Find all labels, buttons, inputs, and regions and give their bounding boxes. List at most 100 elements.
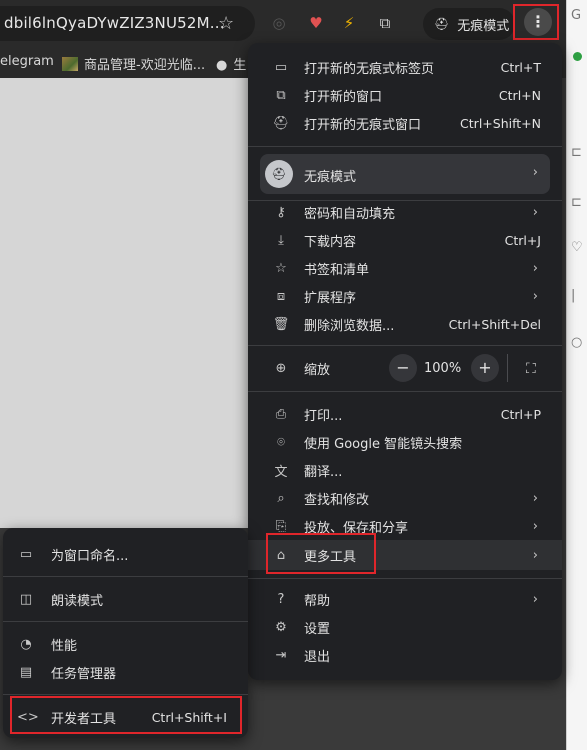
side-panel-strip: G ⊏ ⊏ ♡ | ○ <box>566 0 587 750</box>
bookmark-item[interactable]: elegram <box>0 54 54 69</box>
side-glyph: ♡ <box>571 240 583 255</box>
menu-item-new-incognito-tab[interactable]: ▭ 打开新的无痕式标签页 Ctrl+T <box>248 53 562 81</box>
menu-item-label: 翻译... <box>304 464 343 480</box>
menu-item-shortcut: Ctrl+T <box>500 59 541 75</box>
menu-item-label: 朗读模式 <box>51 593 104 609</box>
fullscreen-icon[interactable]: ⛶ <box>526 361 536 377</box>
menu-item-shortcut: Ctrl+Shift+Del <box>448 316 541 332</box>
menu-item-passwords[interactable]: ⚷ 密码和自动填充 › <box>248 198 562 226</box>
profile-incognito-row[interactable]: ⛑ 无痕模式 › <box>260 154 550 194</box>
side-glyph: G <box>571 8 582 23</box>
menu-item-clear-browsing-data[interactable]: 🗑 删除浏览数据... Ctrl+Shift+Del <box>248 310 562 338</box>
menu-item-shortcut: Ctrl+P <box>500 406 541 422</box>
menu-item-downloads[interactable]: ⤓ 下载内容 Ctrl+J <box>248 226 562 254</box>
submenu-item-name-window[interactable]: ▭ 为窗口命名... <box>3 540 248 568</box>
developer-tools-highlight-box <box>10 696 242 734</box>
more-options-icon[interactable]: ⋮ <box>524 8 552 36</box>
bookmark-favicon <box>62 57 78 71</box>
translate-icon: 文 <box>274 464 288 480</box>
key-icon: ⚷ <box>276 204 286 220</box>
menu-item-label: 打开新的无痕式标签页 <box>304 61 435 77</box>
chevron-right-icon: › <box>532 518 538 534</box>
print-icon: ⎙ <box>275 406 287 422</box>
menu-item-label: 打开新的窗口 <box>304 89 383 105</box>
bookmark-label: 生 <box>233 58 247 73</box>
profile-label: 无痕模式 <box>304 170 357 185</box>
incognito-icon: ⛑ <box>265 160 293 188</box>
browser-toolbar: dbil6lnQyaDYwZIZ3NU52M... ☆ ◎ ♥ ⚡ ⧉ ⛑ 无痕… <box>0 0 587 48</box>
star-icon: ☆ <box>275 260 287 276</box>
trash-icon: 🗑 <box>272 316 290 332</box>
submenu-item-reading-mode[interactable]: ◫ 朗读模式 <box>3 585 248 613</box>
menu-item-label: 设置 <box>304 621 331 637</box>
menu-item-google-lens[interactable]: ⌾ 使用 Google 智能镜头搜索 <box>248 428 562 456</box>
cast-icon: ⎘ <box>275 518 287 534</box>
zoom-divider <box>507 354 508 382</box>
side-glyph: | <box>571 288 576 303</box>
submenu-item-performance[interactable]: ◔ 性能 <box>3 630 248 658</box>
bookmark-item[interactable]: 商品管理-欢迎光临... <box>62 54 205 73</box>
task-manager-icon: ▤ <box>19 664 33 680</box>
download-icon: ⤓ <box>278 232 284 248</box>
incognito-icon: ⛑ <box>434 17 450 31</box>
lens-icon: ⌾ <box>277 434 285 450</box>
menu-item-shortcut: Ctrl+N <box>498 87 541 103</box>
menu-item-label: 为窗口命名... <box>51 548 129 564</box>
menu-item-shortcut: Ctrl+Shift+N <box>460 115 541 131</box>
status-dot <box>573 52 582 61</box>
performance-icon: ◔ <box>20 636 32 652</box>
menu-item-label: 任务管理器 <box>51 666 117 682</box>
menu-item-label: 帮助 <box>304 593 331 609</box>
menu-item-extensions[interactable]: ⧈ 扩展程序 › <box>248 282 562 310</box>
menu-divider <box>3 576 248 577</box>
menu-divider <box>248 578 562 579</box>
url-text: dbil6lnQyaDYwZIZ3NU52M... <box>4 14 225 32</box>
menu-item-label: 性能 <box>51 638 78 654</box>
menu-item-settings[interactable]: ⚙ 设置 <box>248 613 562 641</box>
submenu-item-task-manager[interactable]: ▤ 任务管理器 <box>3 658 248 686</box>
chevron-right-icon: › <box>532 288 538 304</box>
menu-item-help[interactable]: ? 帮助 › <box>248 585 562 613</box>
chevron-right-icon: › <box>532 591 538 607</box>
zoom-in-button[interactable]: + <box>471 354 499 382</box>
menu-item-bookmarks[interactable]: ☆ 书签和清单 › <box>248 254 562 282</box>
menu-item-exit[interactable]: ⇥ 退出 <box>248 641 562 669</box>
incognito-label: 无痕模式 <box>457 18 510 34</box>
bookmark-star-icon[interactable]: ☆ <box>218 13 234 34</box>
menu-divider <box>248 345 562 346</box>
menu-item-new-incognito-window[interactable]: ⛑ 打开新的无痕式窗口 Ctrl+Shift+N <box>248 109 562 137</box>
puzzle-icon: ⧈ <box>276 288 286 304</box>
bookmark-label: 商品管理-欢迎光临... <box>84 58 206 73</box>
new-window-icon: ⧉ <box>276 87 286 103</box>
menu-item-label: 删除浏览数据... <box>304 318 395 334</box>
side-glyph: ⊏ <box>571 145 582 160</box>
chevron-right-icon: › <box>532 260 538 276</box>
gear-icon: ⚙ <box>275 619 287 635</box>
menu-item-translate[interactable]: 文 翻译... <box>248 456 562 484</box>
menu-item-label: 扩展程序 <box>304 290 357 306</box>
zoom-out-button[interactable]: − <box>389 354 417 382</box>
menu-button-highlight: ⋮ <box>513 4 559 40</box>
chrome-main-menu: ▭ 打开新的无痕式标签页 Ctrl+T ⧉ 打开新的窗口 Ctrl+N ⛑ 打开… <box>248 43 562 680</box>
menu-divider <box>248 146 562 147</box>
exit-icon: ⇥ <box>275 647 287 663</box>
bookmark-item[interactable]: ● 生 <box>216 54 246 73</box>
chevron-right-icon: › <box>532 204 538 220</box>
menu-item-label: 打开新的无痕式窗口 <box>304 117 422 133</box>
side-glyph: ○ <box>571 335 583 350</box>
address-bar[interactable]: dbil6lnQyaDYwZIZ3NU52M... ☆ <box>0 6 255 41</box>
menu-item-new-window[interactable]: ⧉ 打开新的窗口 Ctrl+N <box>248 81 562 109</box>
chevron-right-icon: › <box>532 490 538 506</box>
zoom-icon: ⊕ <box>275 360 287 376</box>
extension-icon[interactable]: ♥ <box>305 12 327 34</box>
menu-item-find-edit[interactable]: ⌕ 查找和修改 › <box>248 484 562 512</box>
menu-item-label: 下载内容 <box>304 234 357 250</box>
more-tools-submenu: ▭ 为窗口命名... ◫ 朗读模式 ◔ 性能 ▤ 任务管理器 <> 开发者工具 … <box>3 528 248 738</box>
help-icon: ? <box>277 591 285 607</box>
incognito-indicator[interactable]: ⛑ 无痕模式 <box>423 8 515 40</box>
menu-item-label: 密码和自动填充 <box>304 206 396 222</box>
lightning-extension-icon[interactable]: ⚡ <box>338 12 360 34</box>
reading-mode-icon: ◫ <box>19 591 33 607</box>
menu-item-print[interactable]: ⎙ 打印... Ctrl+P <box>248 400 562 428</box>
extensions-puzzle-icon[interactable]: ⧉ <box>374 12 396 34</box>
